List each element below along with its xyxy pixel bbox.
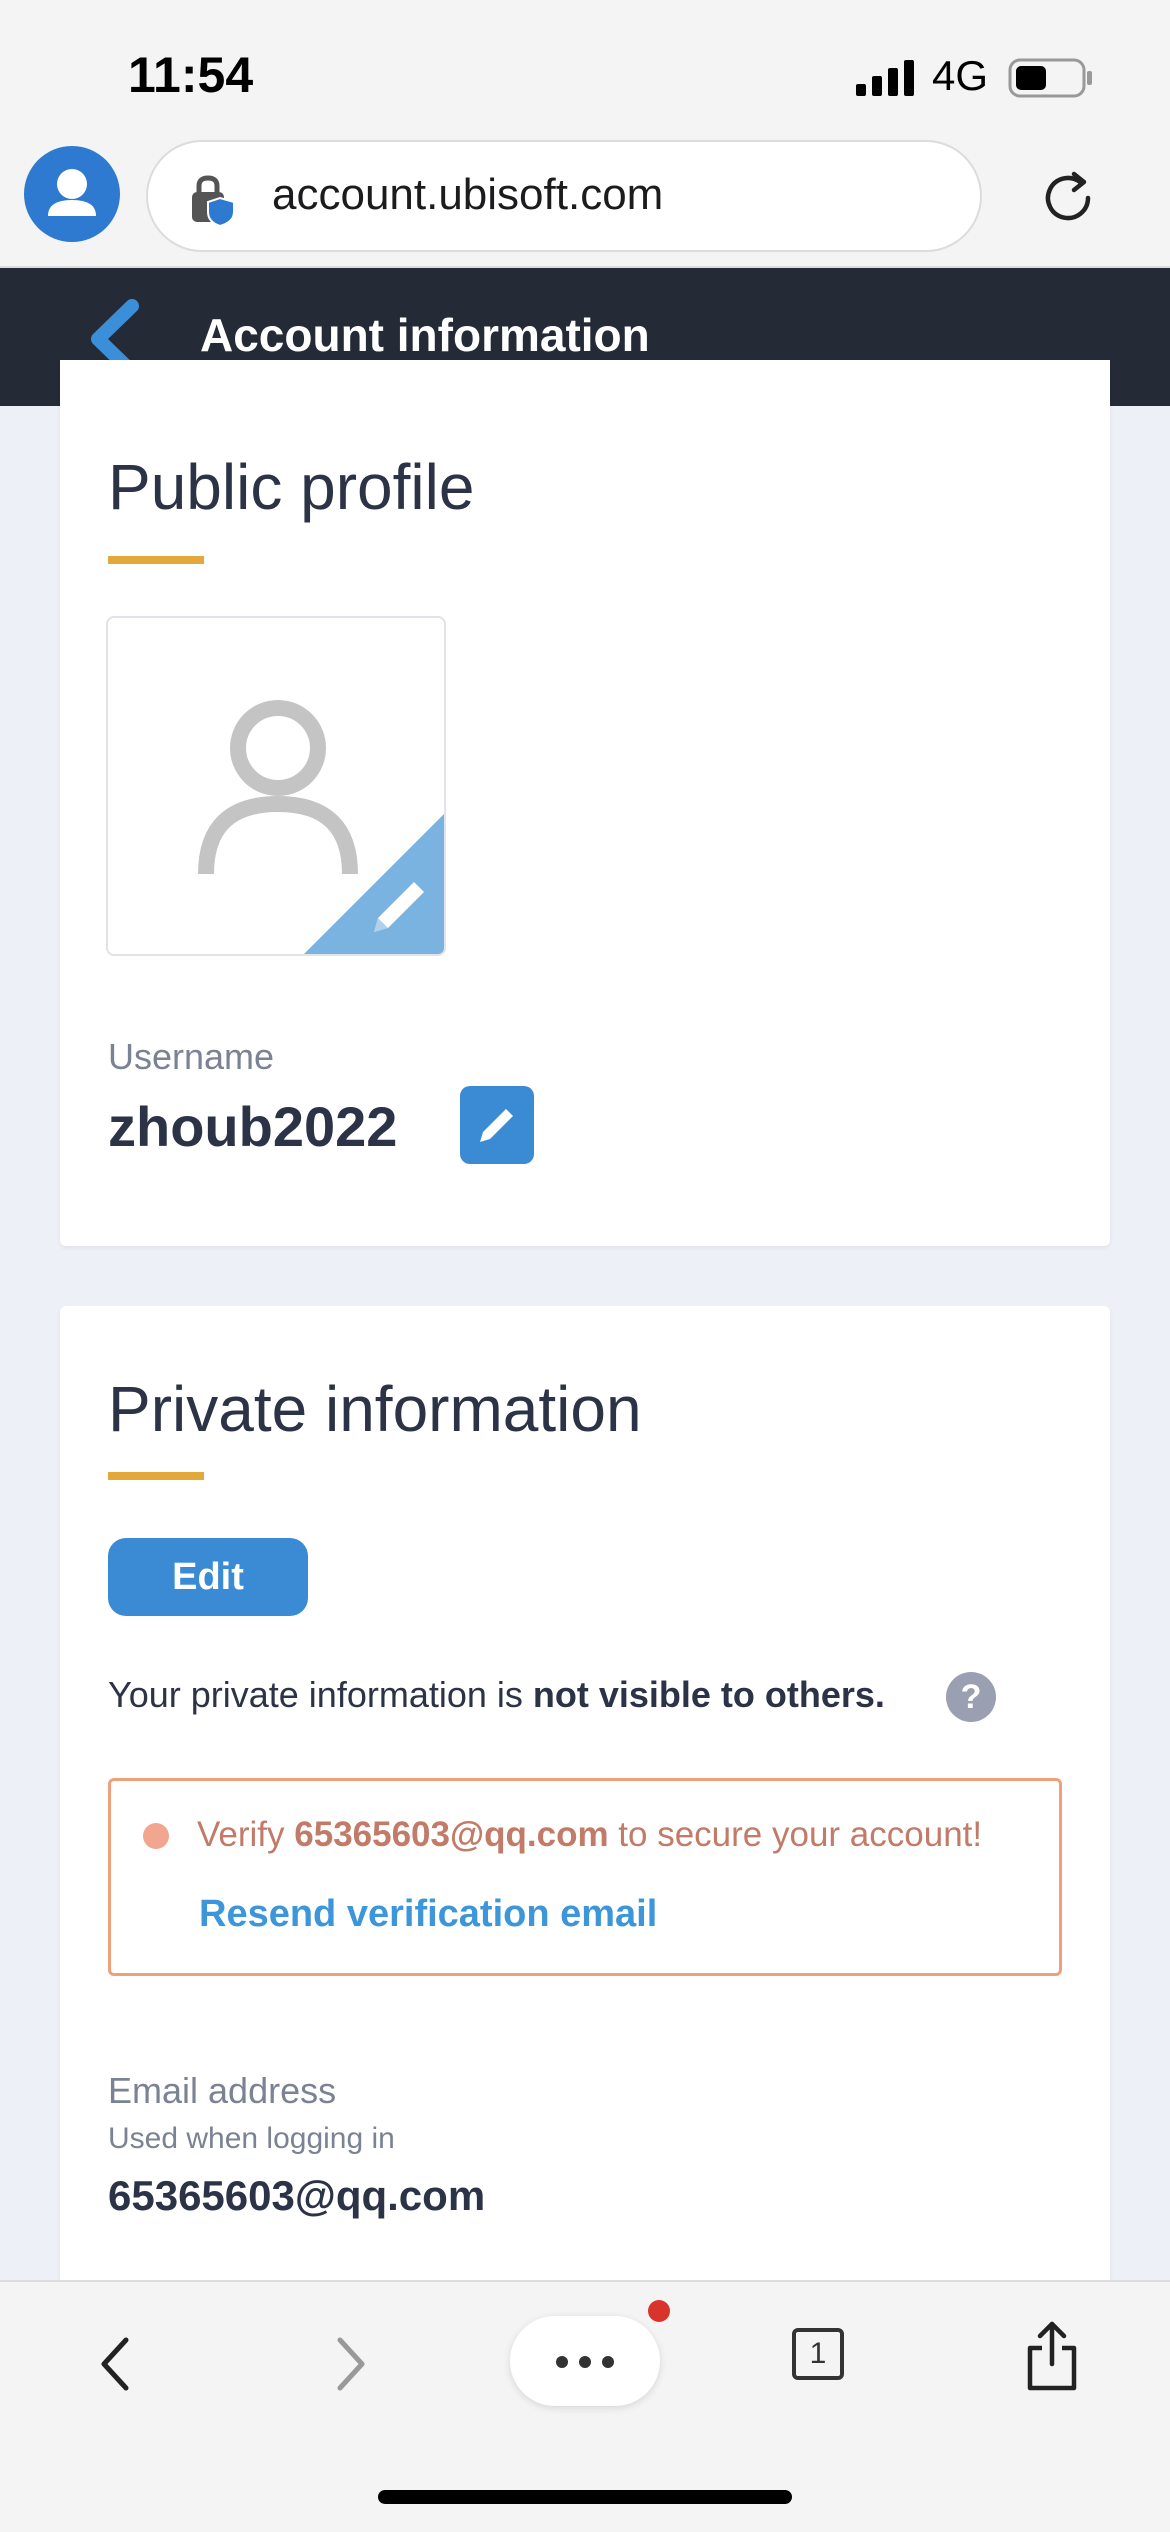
- public-profile-card: Public profile Username zhoub2022: [60, 360, 1110, 1246]
- reload-icon[interactable]: [1036, 166, 1100, 230]
- privacy-note-bold: not visible to others.: [532, 1674, 885, 1715]
- email-sublabel: Used when logging in: [108, 2122, 395, 2155]
- email-label: Email address: [108, 2070, 337, 2111]
- browser-bar: account.ubisoft.com: [0, 130, 1170, 268]
- verify-prefix: Verify: [197, 1815, 295, 1854]
- status-time: 11:54: [128, 47, 254, 103]
- privacy-note-prefix: Your private information is: [108, 1674, 533, 1715]
- share-icon[interactable]: [1024, 2320, 1080, 2392]
- url-field[interactable]: account.ubisoft.com: [146, 140, 982, 252]
- verify-message: Verify 65365603@qq.com to secure your ac…: [197, 1815, 982, 1855]
- verify-email-alert: Verify 65365603@qq.com to secure your ac…: [108, 1778, 1062, 1976]
- username-label: Username: [108, 1036, 275, 1077]
- page-title: Account information: [200, 309, 650, 361]
- pencil-icon: [374, 882, 424, 932]
- resend-verification-link[interactable]: Resend verification email: [199, 1893, 657, 1936]
- dot-icon: [556, 2356, 568, 2368]
- dot-icon: [602, 2356, 614, 2368]
- verify-email: 65365603@qq.com: [294, 1815, 609, 1854]
- help-icon[interactable]: ?: [946, 1672, 996, 1722]
- edit-button[interactable]: Edit: [108, 1538, 308, 1616]
- private-info-title: Private information: [108, 1373, 642, 1445]
- tabs-button[interactable]: 1: [792, 2328, 844, 2380]
- profile-avatar-icon[interactable]: [24, 146, 120, 242]
- back-arrow-icon[interactable]: [96, 2334, 136, 2394]
- pencil-icon: [480, 1109, 513, 1142]
- private-info-card: Private information Edit Your private in…: [60, 1306, 1110, 2306]
- public-profile-title: Public profile: [108, 451, 475, 523]
- more-menu-button[interactable]: [510, 2316, 660, 2406]
- notification-dot-icon: [648, 2300, 670, 2322]
- privacy-note: Your private information is not visible …: [108, 1674, 885, 1716]
- title-underline: [108, 1472, 204, 1480]
- status-bar: 11:54 4G: [0, 0, 1170, 138]
- battery-icon: [1008, 58, 1092, 98]
- username-value: zhoub2022: [108, 1095, 398, 1158]
- edit-username-button[interactable]: [460, 1086, 534, 1164]
- home-indicator: [378, 2490, 792, 2504]
- email-value: 65365603@qq.com: [108, 2172, 486, 2219]
- avatar[interactable]: [106, 616, 446, 956]
- verify-suffix: to secure your account!: [608, 1815, 983, 1854]
- dot-icon: [579, 2356, 591, 2368]
- forward-arrow-icon[interactable]: [330, 2334, 370, 2394]
- url-text: account.ubisoft.com: [272, 170, 664, 219]
- title-underline: [108, 556, 204, 564]
- warning-dot-icon: [143, 1823, 169, 1849]
- lock-shield-icon: [192, 175, 235, 228]
- network-type: 4G: [932, 52, 989, 99]
- signal-icon: [856, 60, 914, 96]
